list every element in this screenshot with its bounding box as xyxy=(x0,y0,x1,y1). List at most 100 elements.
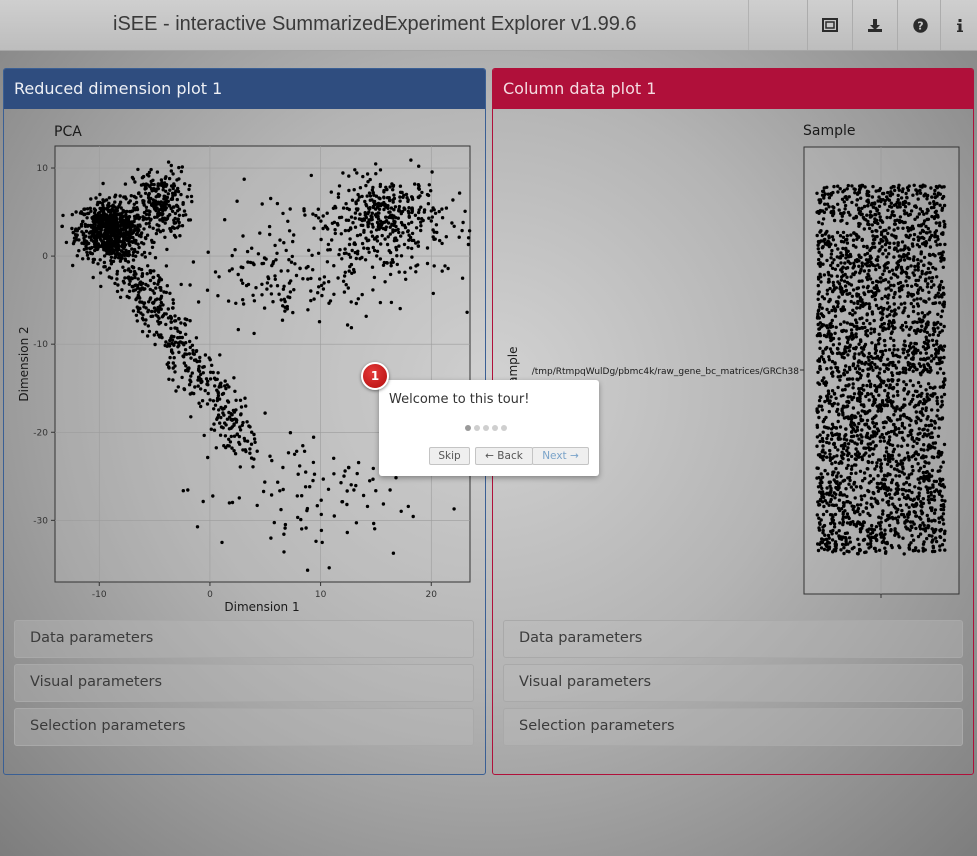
data-point xyxy=(887,245,892,250)
selection-parameters-toggle[interactable]: Selection parameters xyxy=(503,708,963,746)
data-point xyxy=(840,275,844,279)
tour-back-button[interactable]: ← Back xyxy=(475,447,533,465)
data-point xyxy=(841,510,845,515)
data-point xyxy=(829,193,833,197)
data-point xyxy=(878,215,882,219)
data-point xyxy=(162,181,167,185)
data-point xyxy=(388,272,393,277)
data-point xyxy=(817,503,822,507)
data-point xyxy=(140,253,144,257)
data-point xyxy=(840,493,845,497)
data-point xyxy=(942,257,946,261)
data-point xyxy=(928,385,932,390)
data-point xyxy=(349,300,353,304)
data-point xyxy=(836,385,840,390)
data-point xyxy=(831,374,835,378)
data-point xyxy=(92,211,97,215)
data-point xyxy=(164,312,168,316)
data-point xyxy=(118,194,122,198)
column-data-plot[interactable]: Sample /tmp/RtmpqWulDg/pbmc4k/raw_gene_b… xyxy=(493,109,973,619)
data-point xyxy=(921,542,926,546)
data-point xyxy=(147,212,151,217)
help-icon: ? xyxy=(912,17,928,33)
data-point xyxy=(841,479,845,483)
data-point xyxy=(831,280,835,285)
data-point xyxy=(136,277,140,281)
data-point xyxy=(279,269,283,273)
data-point xyxy=(121,208,125,213)
data-point xyxy=(919,504,923,508)
data-point xyxy=(338,248,342,252)
data-point xyxy=(273,277,277,281)
data-point xyxy=(416,244,420,248)
selection-parameters-toggle[interactable]: Selection parameters xyxy=(14,708,474,746)
screenshot-button[interactable] xyxy=(807,0,852,50)
data-point xyxy=(825,307,829,312)
visual-parameters-toggle[interactable]: Visual parameters xyxy=(14,664,474,702)
pca-plot[interactable]: PCA -10 0 10 20-30-20-10010 Dimension 1 Dim… xyxy=(4,109,485,619)
data-point xyxy=(241,302,246,306)
data-point xyxy=(873,467,877,471)
data-point xyxy=(864,329,868,334)
data-point xyxy=(836,471,840,475)
data-point xyxy=(452,224,456,228)
data-point xyxy=(360,292,364,297)
data-point xyxy=(218,421,222,425)
data-point xyxy=(888,193,892,197)
data-point xyxy=(248,447,252,451)
data-point xyxy=(941,522,946,526)
data-point xyxy=(430,170,434,174)
tour-next-button[interactable]: Next → xyxy=(532,447,589,465)
x-tick-label: 10 xyxy=(315,590,327,600)
data-point xyxy=(355,208,359,212)
data-point xyxy=(290,254,294,259)
data-point xyxy=(241,298,245,302)
data-point xyxy=(880,316,885,320)
help-button[interactable]: ? xyxy=(897,0,942,50)
data-point xyxy=(877,204,882,208)
data-point xyxy=(830,308,834,313)
data-point xyxy=(918,524,922,529)
data-point xyxy=(115,269,120,274)
data-point xyxy=(94,196,98,200)
data-point xyxy=(416,216,421,221)
data-point xyxy=(857,190,862,195)
data-point xyxy=(127,282,131,286)
data-point xyxy=(836,184,840,188)
data-point xyxy=(937,346,942,351)
visual-parameters-toggle[interactable]: Visual parameters xyxy=(503,664,963,702)
data-parameters-toggle[interactable]: Data parameters xyxy=(503,620,963,658)
data-point xyxy=(116,228,121,232)
data-point xyxy=(347,174,351,178)
data-point xyxy=(860,409,864,413)
data-point xyxy=(931,301,935,306)
data-point xyxy=(164,340,168,344)
data-point xyxy=(856,411,860,415)
data-point xyxy=(863,185,867,189)
data-point xyxy=(146,324,150,328)
y-tick-label: 10 xyxy=(37,164,49,174)
data-point xyxy=(88,251,93,255)
data-point xyxy=(311,212,315,216)
y-tick-label: -30 xyxy=(33,516,48,526)
data-point xyxy=(818,395,822,399)
data-point xyxy=(870,195,875,199)
data-point xyxy=(153,215,157,219)
data-point xyxy=(877,384,881,389)
data-parameters-toggle[interactable]: Data parameters xyxy=(14,620,474,658)
tour-skip-button[interactable]: Skip xyxy=(429,447,470,465)
data-point xyxy=(905,443,910,447)
data-point xyxy=(878,367,882,371)
info-button[interactable] xyxy=(940,0,977,50)
data-point xyxy=(176,204,180,209)
data-point xyxy=(830,261,835,265)
data-point xyxy=(175,178,179,182)
download-button[interactable] xyxy=(852,0,897,50)
data-point xyxy=(113,239,118,243)
data-point xyxy=(856,299,860,304)
data-point xyxy=(934,536,938,540)
data-point xyxy=(77,249,81,253)
data-point xyxy=(845,221,849,226)
data-point xyxy=(888,435,892,439)
data-point xyxy=(153,256,158,260)
